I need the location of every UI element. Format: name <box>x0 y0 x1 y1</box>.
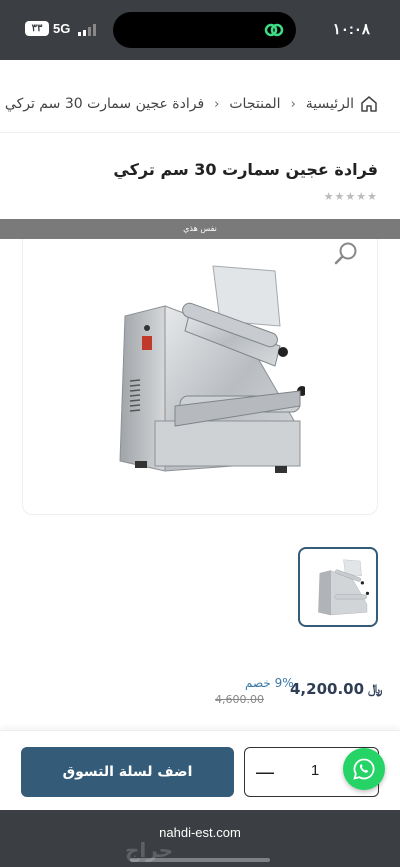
quantity-value[interactable]: 1 <box>300 762 330 779</box>
product-thumbnail[interactable] <box>298 547 378 627</box>
link-icon <box>264 23 284 37</box>
product-title: فرادة عجين سمارت 30 سم تركي <box>113 160 378 179</box>
browser-url-bar[interactable]: nahdi-est.com <box>0 810 400 867</box>
magnifier-icon[interactable] <box>333 240 359 266</box>
image-banner: نفس هذي <box>0 219 400 239</box>
home-icon[interactable] <box>360 95 378 113</box>
breadcrumb-current: فرادة عجين سمارت 30 سم تركي <box>4 96 205 112</box>
price: 4,200.00 ﷼ <box>290 680 382 698</box>
riyal-icon: ﷼ <box>368 681 383 697</box>
status-bar: ٣٣ 5G ١٠:٠٨ <box>0 0 400 60</box>
battery-indicator: ٣٣ <box>25 21 49 36</box>
chevron-left-icon: ‹ <box>214 96 220 112</box>
action-bar: اضف لسلة التسوق — 1 <box>0 730 400 810</box>
divider <box>0 132 400 133</box>
breadcrumb-products[interactable]: المنتجات <box>229 96 280 112</box>
breadcrumb: الرئيسية ‹ المنتجات ‹ فرادة عجين سمارت 3… <box>0 84 400 124</box>
dough-sheeter-image <box>119 265 305 473</box>
dynamic-island <box>113 12 296 48</box>
old-price-value: 4,600.00 <box>215 693 264 706</box>
watermark-logo: حراج <box>125 838 174 862</box>
decrease-quantity-button[interactable]: — <box>253 761 277 785</box>
clock: ١٠:٠٨ <box>332 21 370 38</box>
dough-sheeter-thumbnail <box>318 559 369 616</box>
price-value: 4,200.00 <box>290 680 365 698</box>
breadcrumb-home[interactable]: الرئيسية <box>306 96 354 112</box>
rating-stars: ★★★★★ <box>323 190 378 203</box>
network-type: 5G <box>53 21 71 36</box>
product-image-card[interactable] <box>22 231 378 515</box>
add-to-cart-button[interactable]: اضف لسلة التسوق <box>21 747 234 797</box>
chevron-left-icon: ‹ <box>290 96 296 112</box>
signal-icon <box>78 24 96 36</box>
discount-label: 9% خصم <box>245 676 294 690</box>
whatsapp-icon <box>353 758 375 780</box>
whatsapp-button[interactable] <box>343 748 385 790</box>
old-price: 4,600.00 <box>215 693 264 706</box>
url-text[interactable]: nahdi-est.com <box>0 825 400 840</box>
